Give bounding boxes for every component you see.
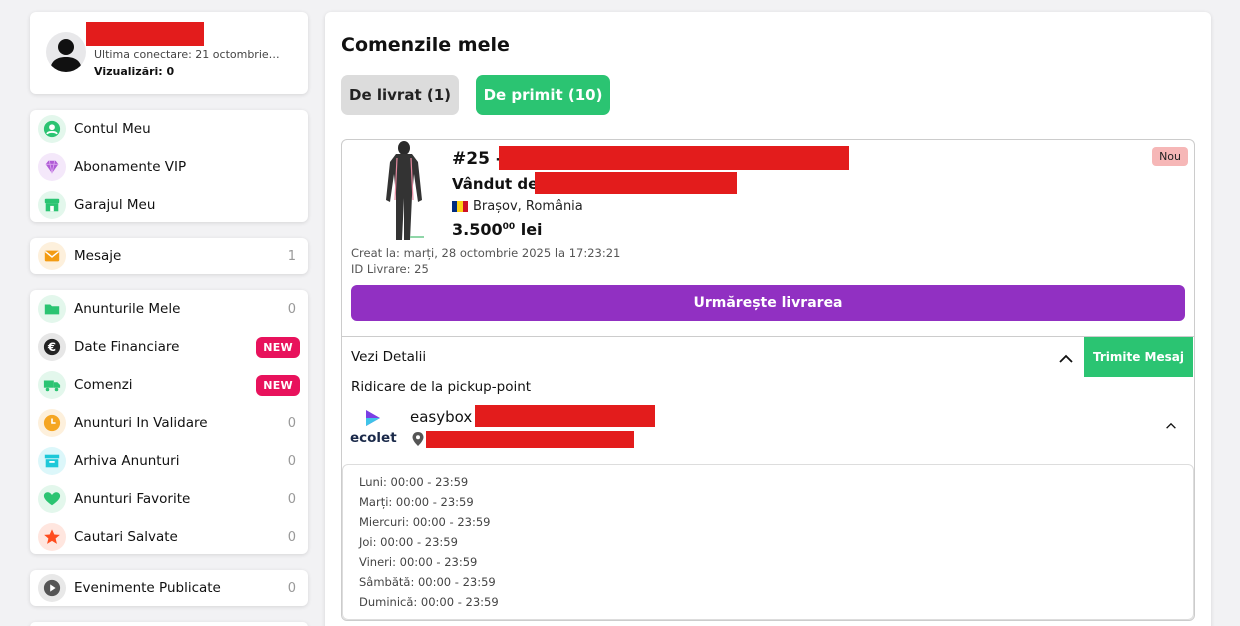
ecolet-logo-text: ecolet [350,430,397,446]
redacted-address [426,431,634,448]
menu-item-label: Abonamente VIP [74,159,187,175]
redacted-locker [475,405,655,427]
menu-item-label: Comenzi [74,377,133,393]
tab-de-primit[interactable]: De primit (10) [476,75,610,115]
svg-text:€: € [47,340,56,354]
menu-item-label: Arhiva Anunturi [74,453,180,469]
ecolet-logo: ecolet [350,408,398,452]
menu-item-arhiva-anunturi[interactable]: Arhiva Anunturi 0 [30,442,308,480]
details-toggle[interactable]: Vezi Detalii [351,349,426,365]
location-text: Brașov, România [473,199,583,214]
menu-item-label: Contul Meu [74,121,151,137]
truck-icon [38,371,66,399]
menu-item-label: Mesaje [74,248,122,264]
item-count: 0 [287,415,296,431]
order-number: #25 - [452,149,503,169]
schedule-row: Marți: 00:00 - 23:59 [359,495,474,509]
status-badge: Nou [1152,147,1188,166]
menu-item-anunturi-favorite[interactable]: Anunturi Favorite 0 [30,480,308,518]
diamond-icon [38,153,66,181]
schedule-row: Miercuri: 00:00 - 23:59 [359,515,491,529]
menu-item-cautari-salvate[interactable]: Cautari Salvate 0 [30,518,308,556]
chevron-up-icon[interactable] [1058,351,1074,367]
ecolet-mark-icon [366,410,380,426]
item-count: 0 [287,580,296,596]
created-date: Creat la: marți, 28 octombrie 2025 la 17… [351,246,621,260]
location-pin-icon [412,432,424,446]
envelope-icon [38,242,66,270]
messages-menu: Mesaje 1 [30,238,308,274]
menu-item-contul-meu[interactable]: Contul Meu [30,110,308,148]
order-card: #25 - Vândut de: Brașov, România 3.50000… [341,139,1195,621]
menu-item-label: Anunturi In Validare [74,415,208,431]
tab-de-livrat[interactable]: De livrat (1) [341,75,459,115]
user-silhouette-icon [50,39,82,72]
schedule-row: Luni: 00:00 - 23:59 [359,475,469,489]
menu-item-abonamente-vip[interactable]: Abonamente VIP [30,148,308,186]
schedule-row: Duminică: 00:00 - 23:59 [359,595,499,609]
divider [342,336,1194,337]
new-badge: NEW [256,374,300,396]
price-integer: 3.500 [452,220,503,239]
menu-item-garajul-meu[interactable]: Garajul Meu [30,186,308,224]
play-icon [38,574,66,602]
redacted-username [86,22,204,46]
chevron-up-icon[interactable] [1164,419,1178,433]
menu-item-label: Garajul Meu [74,197,156,213]
last-login-text: Ultima conectare: 21 octombrie… [94,48,280,61]
price-decimals: 00 [502,222,516,232]
schedule-panel: Luni: 00:00 - 23:59 Marți: 00:00 - 23:59… [342,464,1194,620]
menu-item-label: Evenimente Publicate [74,580,221,596]
euro-icon: € [38,333,66,361]
locker-name: easybox [410,408,473,426]
schedule-row: Vineri: 00:00 - 23:59 [359,555,478,569]
schedule-row: Sâmbătă: 00:00 - 23:59 [359,575,496,589]
menu-item-anunturi-in-validare[interactable]: Anunturi In Validare 0 [30,404,308,442]
redacted-seller [535,172,737,194]
menu-item-comenzi[interactable]: Comenzi NEW [30,366,308,404]
menu-item-label: Anunturile Mele [74,301,181,317]
item-count: 0 [287,453,296,469]
heart-icon [38,485,66,513]
clock-icon [38,409,66,437]
store-icon [38,191,66,219]
redacted-title [499,146,849,170]
menu-item-anunturile-mele[interactable]: Anunturile Mele 0 [30,290,308,328]
menu-item-label: Anunturi Favorite [74,491,191,507]
account-menu: Contul Meu Abonamente VIP Garajul Meu [30,110,308,222]
delivery-id: ID Livrare: 25 [351,262,429,276]
price-currency: lei [520,220,543,239]
archive-icon [38,447,66,475]
product-thumbnail[interactable] [366,140,442,244]
order-location: Brașov, România [452,199,583,214]
views-count: Vizualizări: 0 [94,65,175,78]
order-price: 3.50000 lei [452,220,543,239]
romania-flag-icon [452,201,468,212]
send-message-button[interactable]: Trimite Mesaj [1084,337,1193,377]
folder-icon [38,295,66,323]
user-icon [38,115,66,143]
messages-count: 1 [287,248,296,264]
events-menu: Evenimente Publicate 0 [30,570,308,606]
avatar[interactable] [46,32,86,72]
listings-menu: Anunturile Mele 0 € Date Financiare NEW … [30,290,308,554]
item-count: 0 [287,529,296,545]
seller-label: Vândut de: [452,175,545,193]
new-badge: NEW [256,336,300,358]
track-delivery-button[interactable]: Urmărește livrarea [351,285,1185,321]
menu-item-date-financiare[interactable]: € Date Financiare NEW [30,328,308,366]
pickup-label: Ridicare de la pickup-point [351,379,532,395]
menu-item-label: Date Financiare [74,339,180,355]
page-title: Comenzile mele [341,34,510,56]
next-menu-card [30,622,308,626]
menu-item-label: Cautari Salvate [74,529,178,545]
profile-card: Ultima conectare: 21 octombrie… Vizualiz… [30,12,308,94]
item-count: 0 [287,301,296,317]
schedule-row: Joi: 00:00 - 23:59 [359,535,458,549]
item-count: 0 [287,491,296,507]
menu-item-mesaje[interactable]: Mesaje 1 [30,238,308,274]
orders-panel: Comenzile mele De livrat (1) De primit (… [325,12,1211,626]
star-icon [38,523,66,551]
menu-item-evenimente-publicate[interactable]: Evenimente Publicate 0 [30,570,308,606]
